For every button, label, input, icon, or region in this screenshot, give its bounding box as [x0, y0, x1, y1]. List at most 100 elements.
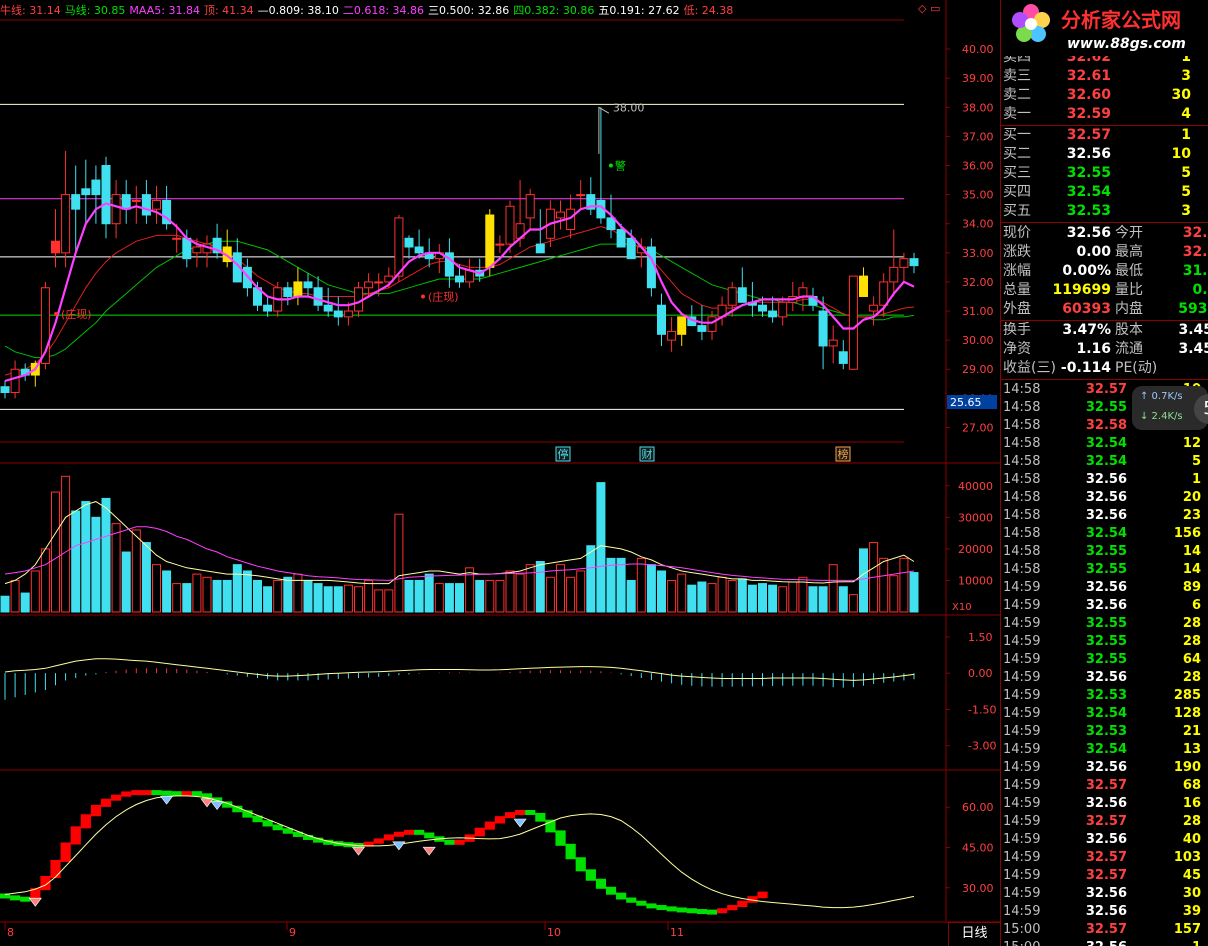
orderbook-volume: 4: [1181, 106, 1191, 122]
price-tick-label: 35.00: [962, 189, 994, 202]
candle-body: [0, 386, 10, 394]
tick-price: 32.56: [1085, 796, 1127, 811]
orderbook-row[interactable]: 买二 32.56 10: [1001, 145, 1208, 164]
kline-chart-canvas[interactable]: 40.00 39.00 38.00 37.00 36.00 35.00 34.00 33.00…: [0, 0, 1000, 946]
orderbook-row[interactable]: 卖二 32.60 30: [1001, 86, 1208, 105]
indicator-value: 五0.191: 27.62: [598, 4, 680, 17]
candle-body: [172, 237, 182, 240]
candle-body: [313, 287, 323, 306]
volume-tick-label: 20000: [958, 543, 993, 556]
kdj-band-block: [161, 790, 172, 796]
candle-body: [495, 243, 505, 246]
tick-time: 14:58: [1003, 418, 1041, 433]
volume-bar: [354, 586, 363, 613]
kdj-band-block: [151, 790, 162, 796]
volume-bar: [323, 586, 333, 613]
zhuang-label: (庄现): [61, 307, 92, 321]
volume-bar: [434, 583, 444, 613]
volume-bar: [283, 576, 293, 613]
price-tick-label: 33.00: [962, 247, 994, 260]
kdj-band-block: [555, 830, 566, 846]
speed-down: ↓ 2.4K/s: [1140, 411, 1183, 422]
stat-value: 59306: [1178, 301, 1208, 317]
tick-volume: 14: [1182, 562, 1201, 577]
volume-bar: [727, 579, 737, 613]
candle-body: [141, 194, 151, 216]
orderbook-row[interactable]: 买五 32.53 3: [1001, 202, 1208, 221]
kdj-band-block: [383, 834, 394, 841]
tick-volume: 12: [1182, 436, 1201, 451]
stat-label: 最低: [1115, 263, 1143, 279]
tick-volume: 14: [1182, 544, 1201, 559]
stat-value: -0.114: [1060, 360, 1111, 376]
volume-bar: [475, 579, 485, 613]
tick-volume: 13: [1182, 742, 1201, 757]
indicator-value: 三0.500: 32.86: [428, 4, 510, 17]
candle-body: [737, 287, 747, 303]
tick-price: 32.53: [1085, 724, 1127, 739]
tick-price: 32.58: [1085, 418, 1127, 433]
candle: [303, 273, 313, 297]
volume-bar: [30, 570, 40, 613]
price-tick-label: 39.00: [962, 72, 994, 85]
kdj-band-block: [424, 832, 435, 839]
orderbook-label: 买五: [1003, 203, 1031, 219]
stat-label: 量比: [1115, 282, 1143, 298]
stat-value: 3.45亿: [1178, 341, 1208, 357]
tick-price: 32.56: [1085, 670, 1127, 685]
candle: [121, 180, 131, 224]
window-controls-icon[interactable]: ◇ ▭: [918, 2, 940, 15]
kdj-line: [4, 795, 915, 909]
network-speed-widget[interactable]: ↑ 0.7K/s ↓ 2.4K/s 5: [1132, 386, 1208, 430]
orderbook-row[interactable]: 买一 32.57 1: [1001, 126, 1208, 145]
kline-chart-area[interactable]: 40.00 39.00 38.00 37.00 36.00 35.00 34.00 33.00…: [0, 0, 1000, 946]
orderbook-row[interactable]: 买三 32.55 5: [1001, 164, 1208, 183]
candle-body: [818, 310, 828, 347]
tick-time: 14:59: [1003, 814, 1041, 829]
candle: [889, 229, 899, 297]
orderbook-row[interactable]: 买四 32.54 5: [1001, 183, 1208, 202]
tick-volume: 1: [1141, 939, 1201, 946]
price-tick-label: 38.00: [962, 101, 994, 114]
tick-volume: 5: [1191, 454, 1201, 469]
candle: [313, 276, 323, 312]
tick-volume: 45: [1182, 868, 1201, 883]
date-tick-label: 11: [670, 926, 684, 939]
candle-body: [182, 237, 192, 260]
tick-price: 32.57: [1085, 382, 1127, 397]
candle-body: [556, 211, 565, 219]
volume-bar: [263, 586, 273, 613]
candle-body: [192, 246, 202, 254]
tick-row: 14:59 32.56 30: [1001, 885, 1208, 903]
orderbook-row[interactable]: 卖一 32.59 4: [1001, 105, 1208, 124]
tick-time: 14:58: [1003, 472, 1041, 487]
candle: [848, 275, 858, 370]
candle-body: [91, 179, 101, 196]
kdj-band-block: [100, 798, 112, 807]
volume-bar: [20, 592, 30, 613]
kdj-band-block: [727, 905, 738, 911]
orderbook-volume: 3: [1181, 68, 1191, 84]
volume-bar: [818, 586, 828, 613]
tick-price: 32.53: [1085, 688, 1127, 703]
kdj-band-block: [616, 892, 627, 900]
volume-bar: [747, 584, 757, 613]
tick-volume: 39: [1182, 904, 1201, 919]
candle-body: [657, 304, 666, 335]
orderbook-row[interactable]: 卖三 32.61 3: [1001, 67, 1208, 86]
volume-bar: [616, 557, 626, 613]
kdj-band-block: [20, 896, 31, 902]
candle: [535, 209, 545, 254]
tick-price: 32.55: [1085, 634, 1127, 649]
period-daily-button[interactable]: 日线: [948, 922, 1000, 946]
orderbook-volume: 10: [1171, 146, 1191, 162]
quote-stat-row: 总量 119699量比 0.86: [1001, 281, 1208, 300]
tick-price: 32.56: [1085, 904, 1127, 919]
kdj-band-block: [676, 907, 687, 913]
candle: [131, 185, 141, 224]
candle-body: [71, 194, 81, 210]
kdj-band-block: [444, 839, 455, 845]
tick-volume: 30: [1182, 886, 1201, 901]
volume-bar: [717, 576, 727, 613]
warn-dot: [608, 163, 613, 168]
